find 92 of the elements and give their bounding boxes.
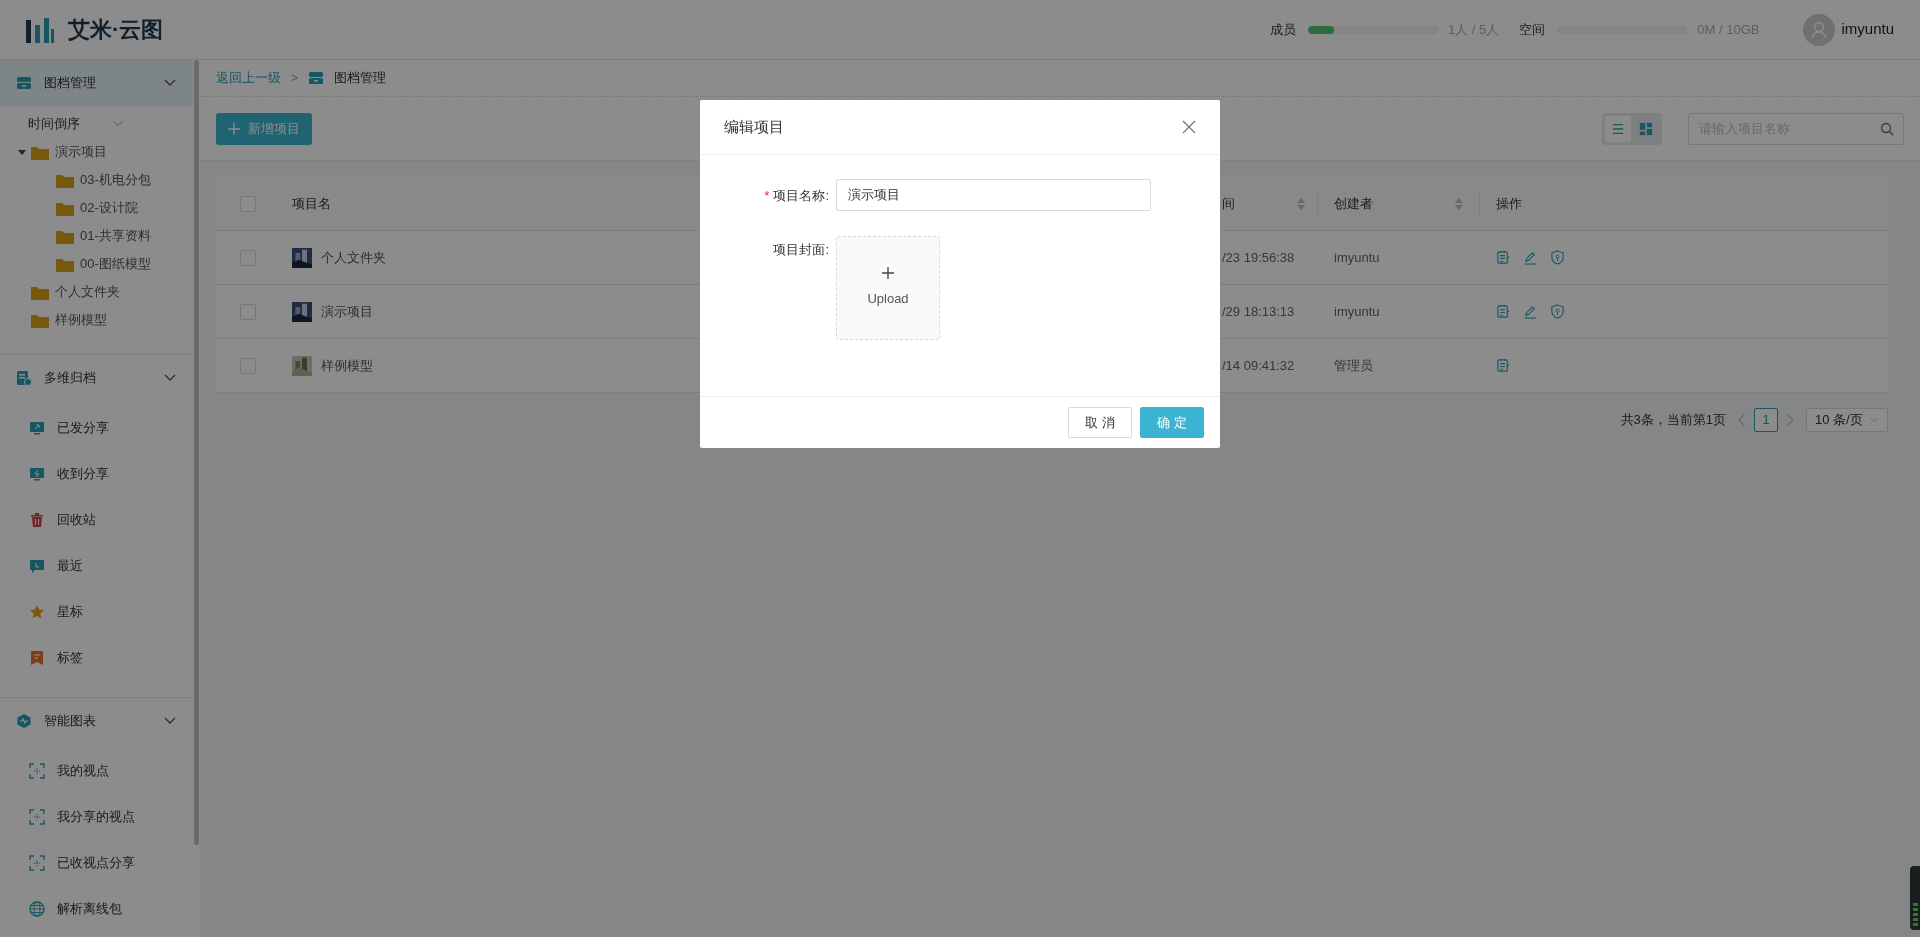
table-cell-text: /14 09:41:32 <box>1221 356 1296 375</box>
quota-label: 成员 <box>1270 20 1297 39</box>
column-header: 操作 <box>1496 194 1522 213</box>
view-toggle[interactable] <box>1605 115 1631 142</box>
tree-item[interactable]: 01-共享资料 <box>0 222 193 250</box>
document-icon <box>16 370 32 386</box>
quota-label: 空间 <box>1519 20 1546 39</box>
sidebar-item[interactable]: 我分享的视点 <box>0 794 193 840</box>
sort-icon[interactable] <box>1297 197 1305 210</box>
sidebar-section-header[interactable]: 多维归档 <box>0 355 193 401</box>
focus-icon <box>29 809 45 825</box>
name-input[interactable]: 演示项目 <box>836 179 1151 211</box>
focus-icon <box>29 855 45 871</box>
tree-item[interactable]: 个人文件夹 <box>0 278 193 306</box>
pencil-icon[interactable] <box>1523 304 1538 319</box>
table-cell-text: 管理员 <box>1333 356 1374 375</box>
sidebar-item[interactable]: 收到分享 <box>0 451 193 497</box>
table-cell-text: /29 18:13:13 <box>1221 302 1296 321</box>
signal-widget[interactable] <box>1910 866 1920 930</box>
avatar-icon[interactable] <box>1803 13 1836 46</box>
column-header: 创建者 <box>1334 194 1373 213</box>
sidebar-item[interactable]: 星标 <box>0 589 193 635</box>
sort-dropdown[interactable]: 时间倒序 <box>28 114 112 134</box>
sidebar-section-header[interactable]: 智能图表 <box>0 698 193 744</box>
folder-icon <box>31 284 49 300</box>
tree-item[interactable]: 样例模型 <box>0 306 193 334</box>
star-icon <box>29 604 45 620</box>
tree-item[interactable]: 演示项目 <box>0 138 193 166</box>
breadcrumb-current: 图档管理 <box>334 69 386 88</box>
table-cell-text: imyuntu <box>1333 248 1381 267</box>
folder-icon <box>31 312 49 328</box>
logo-text: 艾米·云图 <box>68 16 164 44</box>
notes-icon[interactable] <box>1496 250 1511 265</box>
table-cell-text: 演示项目 <box>321 302 373 321</box>
plus-icon <box>882 267 894 280</box>
pagination-summary: 共3条，当前第1页 <box>1620 411 1726 430</box>
cabinet-icon <box>308 70 324 86</box>
field-label: 项目名称: <box>773 187 829 205</box>
page-size-select[interactable]: 10 条/页 <box>1806 408 1888 432</box>
tree-item[interactable]: 03-机电分包 <box>0 166 193 194</box>
notes-icon[interactable] <box>1496 304 1511 319</box>
trash-icon <box>29 512 45 528</box>
sort-icon[interactable] <box>1455 197 1463 210</box>
sidebar-item[interactable]: 已发分享 <box>0 405 193 451</box>
sidebar-item[interactable]: 最近 <box>0 543 193 589</box>
column-header: 项目名 <box>292 194 331 213</box>
sidebar-item[interactable]: 解析离线包 <box>0 886 193 932</box>
breadcrumb-separator: > <box>291 70 298 87</box>
tree-item[interactable]: 02-设计院 <box>0 194 193 222</box>
column-header: 间 <box>1222 194 1235 213</box>
close-icon[interactable] <box>1182 120 1196 134</box>
sidebar-section-header[interactable]: 图档管理 <box>0 60 193 106</box>
scrollbar-thumb[interactable] <box>194 60 199 845</box>
shield-icon[interactable] <box>1550 304 1565 319</box>
sidebar-item[interactable]: 我的视点 <box>0 748 193 794</box>
sidebar-item[interactable]: 回收站 <box>0 497 193 543</box>
bookmark-icon <box>29 650 45 666</box>
field-label: 项目封面: <box>773 241 829 259</box>
folder-icon <box>31 144 49 160</box>
monitor-icon <box>29 466 45 482</box>
logo-icon <box>26 16 54 43</box>
sidebar-item[interactable]: 已收视点分享 <box>0 840 193 886</box>
table-cell-text: /23 19:56:38 <box>1221 248 1296 267</box>
shield-icon[interactable] <box>1550 250 1565 265</box>
required-mark: * <box>764 187 770 205</box>
sidebar-item[interactable]: 标签 <box>0 635 193 681</box>
table-cell-text: 样例模型 <box>321 356 373 375</box>
folder-icon <box>56 200 74 216</box>
cabinet-icon <box>16 75 32 91</box>
plus-icon <box>228 122 240 135</box>
folder-icon <box>56 228 74 244</box>
user-name[interactable]: imyuntu <box>1841 18 1894 41</box>
pencil-icon[interactable] <box>1523 250 1538 265</box>
globe-icon <box>29 901 45 917</box>
clock-card-icon <box>29 558 45 574</box>
search-icon[interactable] <box>1880 121 1894 136</box>
notes-icon[interactable] <box>1496 358 1511 373</box>
dialog-title: 编辑项目 <box>724 116 785 137</box>
table-cell-text: 个人文件夹 <box>321 248 386 267</box>
focus-icon <box>29 763 45 779</box>
list-view-icon <box>1611 121 1625 136</box>
chevron-left-icon[interactable] <box>1738 414 1746 426</box>
table-cell-text: imyuntu <box>1333 302 1381 321</box>
grid-view-icon <box>1639 121 1653 136</box>
tree-item[interactable]: 00-图纸模型 <box>0 250 193 278</box>
chevron-right-icon[interactable] <box>1786 414 1794 426</box>
cancel-button[interactable]: 取 消 <box>1068 407 1132 438</box>
folder-icon <box>56 256 74 272</box>
upload-area[interactable]: Upload <box>836 236 940 340</box>
hexagon-icon <box>16 713 32 729</box>
monitor-icon <box>29 420 45 436</box>
folder-icon <box>56 172 74 188</box>
